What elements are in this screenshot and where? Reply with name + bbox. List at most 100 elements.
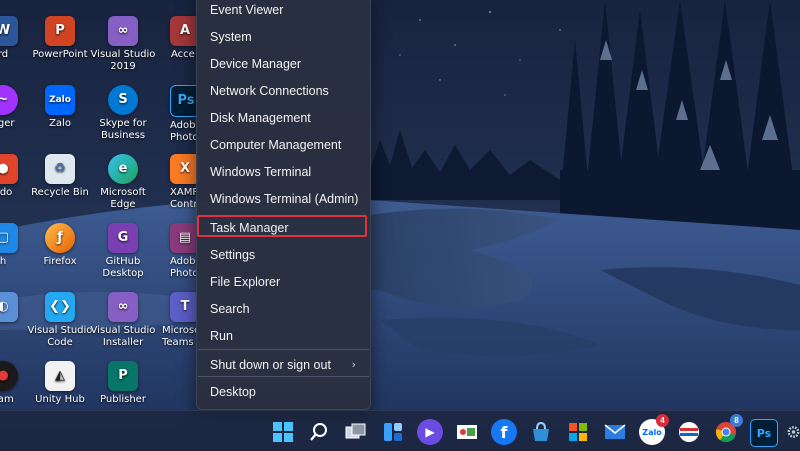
desktop-icon-winrar[interactable]: ▤ Adob Photos xyxy=(152,223,200,280)
winx-context-menu: Event Viewer System Device Manager Netwo… xyxy=(196,0,371,410)
menu-item-shut-down[interactable]: Shut down or sign out xyxy=(210,357,331,373)
flag-app-icon xyxy=(679,422,699,442)
task-view-button[interactable] xyxy=(343,419,369,445)
settings-button[interactable] xyxy=(787,419,800,445)
settings-icon xyxy=(787,426,800,438)
desktop-icon-label: PowerPoint xyxy=(32,49,88,60)
taskbar-zalo-button[interactable]: Zalo 4 xyxy=(639,414,669,445)
word-icon: W xyxy=(0,16,18,46)
microsoft-store-icon xyxy=(569,423,587,441)
menu-item-device-manager[interactable]: Device Manager xyxy=(210,56,301,72)
unity-hub-icon: ◭ xyxy=(45,361,75,391)
menu-item-settings[interactable]: Settings xyxy=(210,247,255,263)
desktop-icon-publisher[interactable]: P Publisher xyxy=(90,361,156,406)
desktop-icon-photoshop[interactable]: Ps Adob Photos xyxy=(152,85,202,144)
menu-item-disk-management[interactable]: Disk Management xyxy=(210,110,311,126)
notification-badge: 4 xyxy=(656,414,669,427)
firefox-icon: ƒ xyxy=(45,223,75,253)
desktop-icon-firefox[interactable]: ƒ Firefox xyxy=(27,223,93,268)
publisher-icon: P xyxy=(108,361,138,391)
chevron-right-icon: › xyxy=(351,358,356,371)
desktop-icon-vscode[interactable]: ❮❯ Visual Studio Code xyxy=(27,292,93,349)
recycle-bin-icon: ♻ xyxy=(45,154,75,184)
skype-icon: S xyxy=(108,85,138,115)
taskbar-search-button[interactable] xyxy=(306,419,332,445)
menu-item-file-explorer[interactable]: File Explorer xyxy=(210,274,280,290)
start-button[interactable] xyxy=(270,419,296,445)
chat-button[interactable]: ▶ xyxy=(417,419,443,445)
vs-installer-icon: ∞ xyxy=(108,292,138,322)
app-icon: ◐ xyxy=(0,292,18,322)
desktop-icon-xampp[interactable]: X XAMP Contr xyxy=(152,154,200,211)
messenger-icon: ~ xyxy=(0,85,18,115)
menu-item-task-manager[interactable]: Task Manager xyxy=(210,220,289,236)
desktop-icon-label-line2: Edge xyxy=(110,199,136,210)
chat-icon: ▶ xyxy=(425,425,435,439)
desktop-icon-edge[interactable]: e Microsoft Edge xyxy=(90,154,156,211)
desktop-icon-label: Microsoft xyxy=(100,187,146,198)
desktop-icon-zalo[interactable]: Zalo Zalo xyxy=(27,85,93,130)
menu-item-desktop[interactable]: Desktop xyxy=(210,384,256,400)
desktop-icon-label-line2: Desktop xyxy=(102,268,144,279)
widgets-button[interactable] xyxy=(380,419,406,445)
edge-icon: e xyxy=(108,154,138,184)
desktop-icon-label: Visual Studio xyxy=(90,49,156,60)
menu-item-search[interactable]: Search xyxy=(210,301,250,317)
desktop-icon-vs-installer[interactable]: ∞ Visual Studio Installer xyxy=(90,292,156,349)
desktop-icon-label: Unity Hub xyxy=(35,394,85,405)
mail-icon xyxy=(604,424,626,439)
desktop-icon-label-line2: 2019 xyxy=(110,61,136,72)
camera-icon: ● xyxy=(0,361,18,391)
desktop-icon-visual-studio-2019[interactable]: ∞ Visual Studio 2019 xyxy=(90,16,156,73)
desktop-icon-label-line2: Code xyxy=(47,337,73,348)
desktop-icon-access[interactable]: A Acce xyxy=(152,16,200,61)
desktop-icon-label: XAMP xyxy=(170,187,198,198)
desktop-icon-label: Zalo xyxy=(49,118,71,129)
desktop-icon-powerpoint[interactable]: P PowerPoint xyxy=(27,16,93,61)
store-bag-icon xyxy=(533,421,549,441)
visual-studio-icon: ∞ xyxy=(108,16,138,46)
taskbar-photoshop-button[interactable]: Ps xyxy=(750,419,778,447)
powerpoint-icon: P xyxy=(45,16,75,46)
desktop-icon-github-desktop[interactable]: G GitHub Desktop xyxy=(90,223,156,280)
taskbar: ▶ f Zalo 4 8 Ps xyxy=(0,410,800,451)
menu-separator xyxy=(198,376,369,377)
microsoft-store-button[interactable] xyxy=(565,419,591,445)
mail-button[interactable] xyxy=(602,419,628,445)
chrome-button[interactable]: 8 xyxy=(713,414,743,445)
desktop-icon-recycle-bin[interactable]: ♻ Recycle Bin xyxy=(27,154,93,199)
snipping-icon xyxy=(457,425,477,439)
menu-item-run[interactable]: Run xyxy=(210,328,233,344)
desktop-icon-label: Recycle Bin xyxy=(31,187,89,198)
zalo-icon: Zalo xyxy=(45,85,75,115)
desktop-icon-label-line2: Contr xyxy=(170,199,198,210)
desktop-icon-label-line2: Photos xyxy=(170,268,198,279)
facebook-icon: f xyxy=(500,422,508,442)
menu-separator xyxy=(198,349,369,350)
search-icon xyxy=(310,423,327,441)
desktop-icon-label: Skype for xyxy=(99,118,147,129)
start-icon xyxy=(273,422,293,442)
desktop-icon-label-line2: Photos xyxy=(170,132,198,143)
facebook-button[interactable]: f xyxy=(491,419,517,445)
desktop-icon-label: GitHub xyxy=(105,256,141,267)
menu-item-windows-terminal[interactable]: Windows Terminal xyxy=(210,164,311,180)
menu-item-event-viewer[interactable]: Event Viewer xyxy=(210,2,283,18)
snipping-tool-button[interactable] xyxy=(454,419,480,445)
desktop-icon-label: Microso xyxy=(162,325,198,336)
desktop-icon-label: Adob xyxy=(170,120,196,131)
menu-item-network-connections[interactable]: Network Connections xyxy=(210,83,329,99)
desktop-icon-unity-hub[interactable]: ◭ Unity Hub xyxy=(27,361,93,406)
menu-item-system[interactable]: System xyxy=(210,29,252,45)
desktop-icon-label-line2: Installer xyxy=(102,337,144,348)
desktop-icon-label-line2: Teams (w xyxy=(162,337,198,348)
menu-item-computer-management[interactable]: Computer Management xyxy=(210,137,341,153)
photoshop-icon: Ps xyxy=(756,426,772,440)
desktop-icon-teams[interactable]: T Microso Teams (w xyxy=(152,292,200,349)
store-bag-button[interactable] xyxy=(528,419,554,445)
flag-app-button[interactable] xyxy=(676,419,702,445)
desktop-icon-skype-business[interactable]: S Skype for Business xyxy=(90,85,156,142)
menu-item-windows-terminal-admin[interactable]: Windows Terminal (Admin) xyxy=(210,191,358,207)
github-desktop-icon: G xyxy=(108,223,138,253)
desktop-icon-label: Firefox xyxy=(43,256,77,267)
